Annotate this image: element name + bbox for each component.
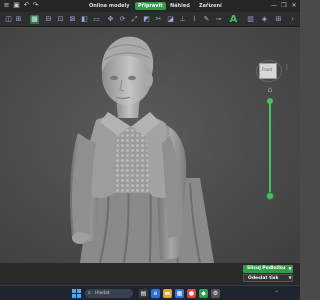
save-icon[interactable]: ▣ [12,1,21,10]
arrange-icon[interactable]: ⊠ [68,15,77,24]
settings-icon[interactable]: ⚙ [211,289,220,298]
3d-viewport[interactable]: Front ⋮ ⌂ [0,28,300,263]
variable-icon[interactable]: ▥ [246,15,255,24]
tab-device[interactable]: Zařízení [196,2,225,10]
lay-on-face-icon[interactable]: ◩ [142,15,151,24]
support-icon[interactable]: ⊥ [178,15,187,24]
task-view-icon[interactable]: ▤ [139,289,148,298]
tab-prepare[interactable]: Připravit [135,2,166,10]
orient-icon[interactable]: ◧ [80,15,89,24]
tab-online-models[interactable]: Online modely [86,2,133,10]
slice-dropdown-icon[interactable]: ▼ [287,265,293,273]
search-icon: ⌕ [88,290,91,296]
menu-bar: ≡ ▣ ↶ ↷ Online modely Připravit Náhled Z… [0,0,300,12]
slice-plate-button[interactable]: Slicuj Podložku [243,265,293,273]
tab-preview[interactable]: Náhled [167,2,193,10]
slider-bottom-handle[interactable] [266,192,274,200]
slicer-app-icon[interactable]: ◆ [199,289,208,298]
send-dropdown-icon[interactable]: ▼ [287,274,293,282]
paint-icon[interactable]: ✎ [202,15,211,24]
move-icon[interactable]: ✥ [106,15,115,24]
grid-icon[interactable]: ⊟ [44,15,53,24]
figure-model[interactable] [0,28,300,263]
store-icon[interactable]: ▦ [175,289,184,298]
chrome-icon[interactable]: ● [187,289,196,298]
nav-cube-face-label: Front [262,67,273,72]
app-menu-icon[interactable]: ≡ [2,1,11,10]
slicer-app: ≡ ▣ ↶ ↷ Online modely Připravit Náhled Z… [0,0,300,300]
undo-icon[interactable]: ↶ [22,1,31,10]
seam-icon[interactable]: ⌇ [190,15,199,24]
taskbar: ⌕ Hledat ▤ e ▬ ▦ ● ◆ ⚙ ^ [0,285,300,300]
home-view-icon[interactable]: ⌂ [266,86,274,94]
open-icon[interactable]: ◫ [4,15,13,24]
windows-start-icon[interactable] [72,289,81,298]
split-icon[interactable]: ◪ [166,15,175,24]
search-placeholder: Hledat [95,291,110,296]
file-explorer-icon[interactable]: ▬ [163,289,172,298]
plate-icon[interactable]: ▭ [92,15,101,24]
close-icon[interactable]: ✕ [290,1,298,10]
rotate-icon[interactable]: ⟳ [118,15,127,24]
text-icon[interactable]: A [227,13,240,26]
nav-cube[interactable]: Front [259,63,277,79]
assembly-icon[interactable]: ◈ [260,15,269,24]
redo-icon[interactable]: ↷ [31,1,40,10]
minimize-icon[interactable]: — [270,1,278,10]
measure-icon[interactable]: ⊸ [214,15,223,24]
send-print-button[interactable]: Odeslat tisk [243,274,293,282]
system-tray-icon[interactable]: ^ [275,290,278,295]
maximize-icon[interactable]: ❐ [280,1,288,10]
taskbar-search[interactable]: ⌕ Hledat [85,289,133,298]
scale-icon[interactable]: ⤢ [130,15,139,24]
arrange-all-icon[interactable]: ⊞ [274,15,283,24]
view-options-icon[interactable]: ⋮ [284,65,290,74]
toolbar: ◫ ⊞ ▦ ⊟ ⊡ ⊠ ◧ ▭ ✥ ⟳ ⤢ ◩ ✂ ◪ ⊥ ⌇ ✎ ⊸ A ▥ … [0,12,300,27]
edge-icon[interactable]: e [151,289,160,298]
add-icon[interactable]: ⊞ [14,15,23,24]
layer-slider-track[interactable] [269,102,271,196]
layout-icon[interactable]: ⊡ [56,15,65,24]
cut-icon[interactable]: ✂ [154,15,163,24]
more-icon[interactable]: › [288,15,297,24]
cube-icon[interactable]: ▦ [30,15,39,24]
